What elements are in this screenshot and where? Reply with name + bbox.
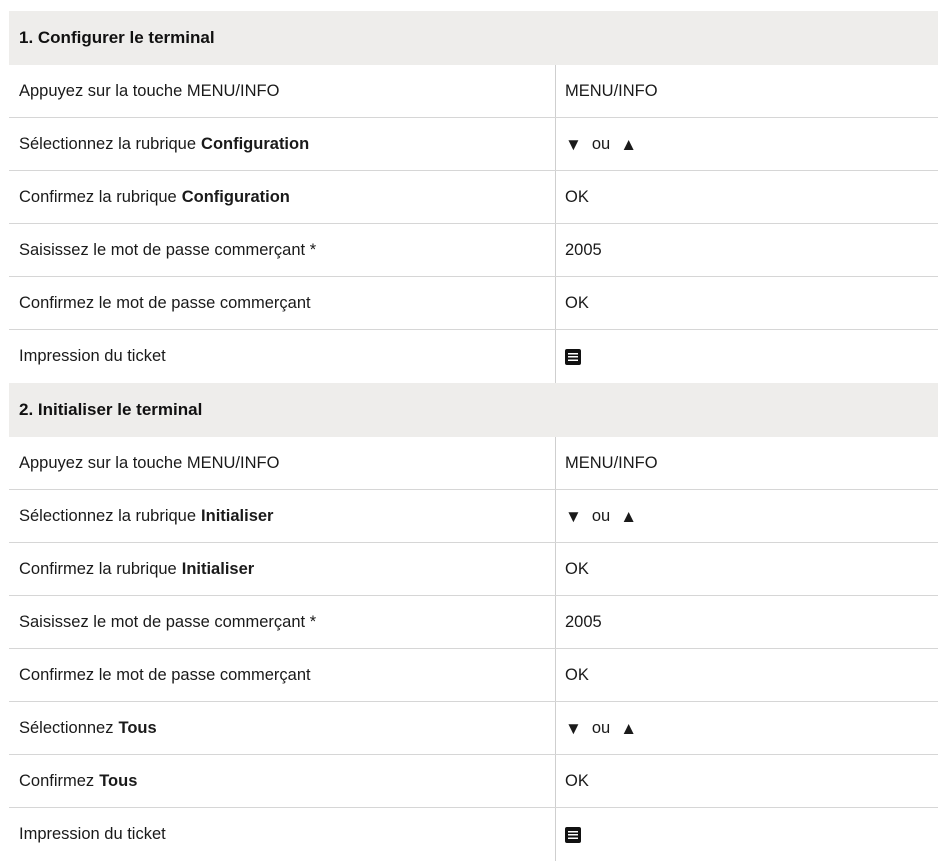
step-text: Saisissez le mot de passe commerçant * xyxy=(19,612,317,631)
step-action: ▼ ou ▲ xyxy=(555,490,938,542)
step-action: OK xyxy=(555,755,938,807)
step-instruction: Sélectionnez la rubrique Configuration xyxy=(9,118,555,170)
step-text: Confirmez la rubrique xyxy=(19,559,177,578)
up-arrow-icon: ▲ xyxy=(620,506,638,526)
step-row: Confirmez la rubrique Initialiser OK xyxy=(9,543,938,596)
up-arrow-icon: ▲ xyxy=(620,718,638,738)
step-text: Appuyez sur la touche MENU/INFO xyxy=(19,81,280,100)
step-instruction: Sélectionnez Tous xyxy=(9,702,555,754)
action-key: OK xyxy=(565,665,589,684)
step-row: Sélectionnez Tous ▼ ou ▲ xyxy=(9,702,938,755)
step-row: Saisissez le mot de passe commerçant * 20… xyxy=(9,596,938,649)
action-key: OK xyxy=(565,771,589,790)
step-keyword: Initialiser xyxy=(201,506,274,525)
step-row: Impression du ticket xyxy=(9,808,938,861)
down-arrow-icon: ▼ xyxy=(565,506,582,526)
up-arrow-icon: ▲ xyxy=(620,134,638,154)
step-action: MENU/INFO xyxy=(555,437,938,489)
instruction-document: 1. Configurer le terminal Appuyez sur la … xyxy=(9,11,938,861)
step-text: Confirmez le mot de passe commerçant xyxy=(19,665,311,684)
step-row: Confirmez Tous OK xyxy=(9,755,938,808)
step-action: MENU/INFO xyxy=(555,65,938,117)
step-action xyxy=(555,330,938,383)
down-arrow-icon: ▼ xyxy=(565,718,582,738)
step-instruction: Confirmez le mot de passe commerçant xyxy=(9,649,555,701)
action-connector: ou xyxy=(591,718,611,737)
step-row: Confirmez le mot de passe commerçant OK xyxy=(9,649,938,702)
step-instruction: Sélectionnez la rubrique Initialiser xyxy=(9,490,555,542)
step-action: OK xyxy=(555,649,938,701)
step-row: Confirmez la rubrique Configuration OK xyxy=(9,171,938,224)
step-row: Sélectionnez la rubrique Configuration ▼ ou… xyxy=(9,118,938,171)
step-instruction: Appuyez sur la touche MENU/INFO xyxy=(9,437,555,489)
step-keyword: Configuration xyxy=(181,187,290,206)
step-action: OK xyxy=(555,171,938,223)
section-title: 2. Initialiser le terminal xyxy=(9,383,938,437)
step-text: Sélectionnez la rubrique xyxy=(19,134,197,153)
action-key: 2005 xyxy=(565,612,602,631)
step-keyword: Tous xyxy=(99,771,138,790)
down-arrow-icon: ▼ xyxy=(565,134,582,154)
step-row: Impression du ticket xyxy=(9,330,938,383)
action-key: MENU/INFO xyxy=(565,81,658,100)
action-key: 2005 xyxy=(565,240,602,259)
step-row: Saisissez le mot de passe commerçant * 20… xyxy=(9,224,938,277)
step-action: ▼ ou ▲ xyxy=(555,702,938,754)
action-connector: ou xyxy=(591,134,611,153)
step-action xyxy=(555,808,938,861)
step-text: Confirmez xyxy=(19,771,95,790)
step-text: Sélectionnez xyxy=(19,718,114,737)
step-text: Saisissez le mot de passe commerçant * xyxy=(19,240,317,259)
step-action: OK xyxy=(555,543,938,595)
step-text: Impression du ticket xyxy=(19,825,166,843)
step-instruction: Saisissez le mot de passe commerçant * xyxy=(9,596,555,648)
action-key: MENU/INFO xyxy=(565,453,658,472)
action-key: OK xyxy=(565,293,589,312)
step-keyword: Configuration xyxy=(201,134,310,153)
step-text: Appuyez sur la touche MENU/INFO xyxy=(19,453,280,472)
step-instruction: Confirmez le mot de passe commerçant xyxy=(9,277,555,329)
ticket-print-icon xyxy=(565,826,581,843)
step-action: ▼ ou ▲ xyxy=(555,118,938,170)
action-connector: ou xyxy=(591,506,611,525)
step-keyword: Initialiser xyxy=(181,559,255,578)
action-key: OK xyxy=(565,187,589,206)
step-text: Sélectionnez la rubrique xyxy=(19,506,197,525)
step-text: Confirmez la rubrique xyxy=(19,187,177,206)
step-text: Confirmez le mot de passe commerçant xyxy=(19,293,311,312)
step-action: OK xyxy=(555,277,938,329)
step-instruction: Saisissez le mot de passe commerçant * xyxy=(9,224,555,276)
step-row: Sélectionnez la rubrique Initialiser ▼ ou ▲ xyxy=(9,490,938,543)
step-instruction: Confirmez Tous xyxy=(9,755,555,807)
ticket-print-icon xyxy=(565,348,581,365)
step-row: Confirmez le mot de passe commerçant OK xyxy=(9,277,938,330)
step-instruction: Confirmez la rubrique Initialiser xyxy=(9,543,555,595)
section-title: 1. Configurer le terminal xyxy=(9,11,938,65)
step-text: Impression du ticket xyxy=(19,347,166,365)
step-instruction: Impression du ticket xyxy=(9,808,555,861)
sections-container: 1. Configurer le terminal Appuyez sur la … xyxy=(9,11,938,861)
action-key: OK xyxy=(565,559,589,578)
step-instruction: Confirmez la rubrique Configuration xyxy=(9,171,555,223)
step-row: Appuyez sur la touche MENU/INFO MENU/INFO xyxy=(9,437,938,490)
step-instruction: Impression du ticket xyxy=(9,330,555,383)
step-row: Appuyez sur la touche MENU/INFO MENU/INFO xyxy=(9,65,938,118)
step-keyword: Tous xyxy=(118,718,157,737)
step-action: 2005 xyxy=(555,596,938,648)
step-instruction: Appuyez sur la touche MENU/INFO xyxy=(9,65,555,117)
step-action: 2005 xyxy=(555,224,938,276)
